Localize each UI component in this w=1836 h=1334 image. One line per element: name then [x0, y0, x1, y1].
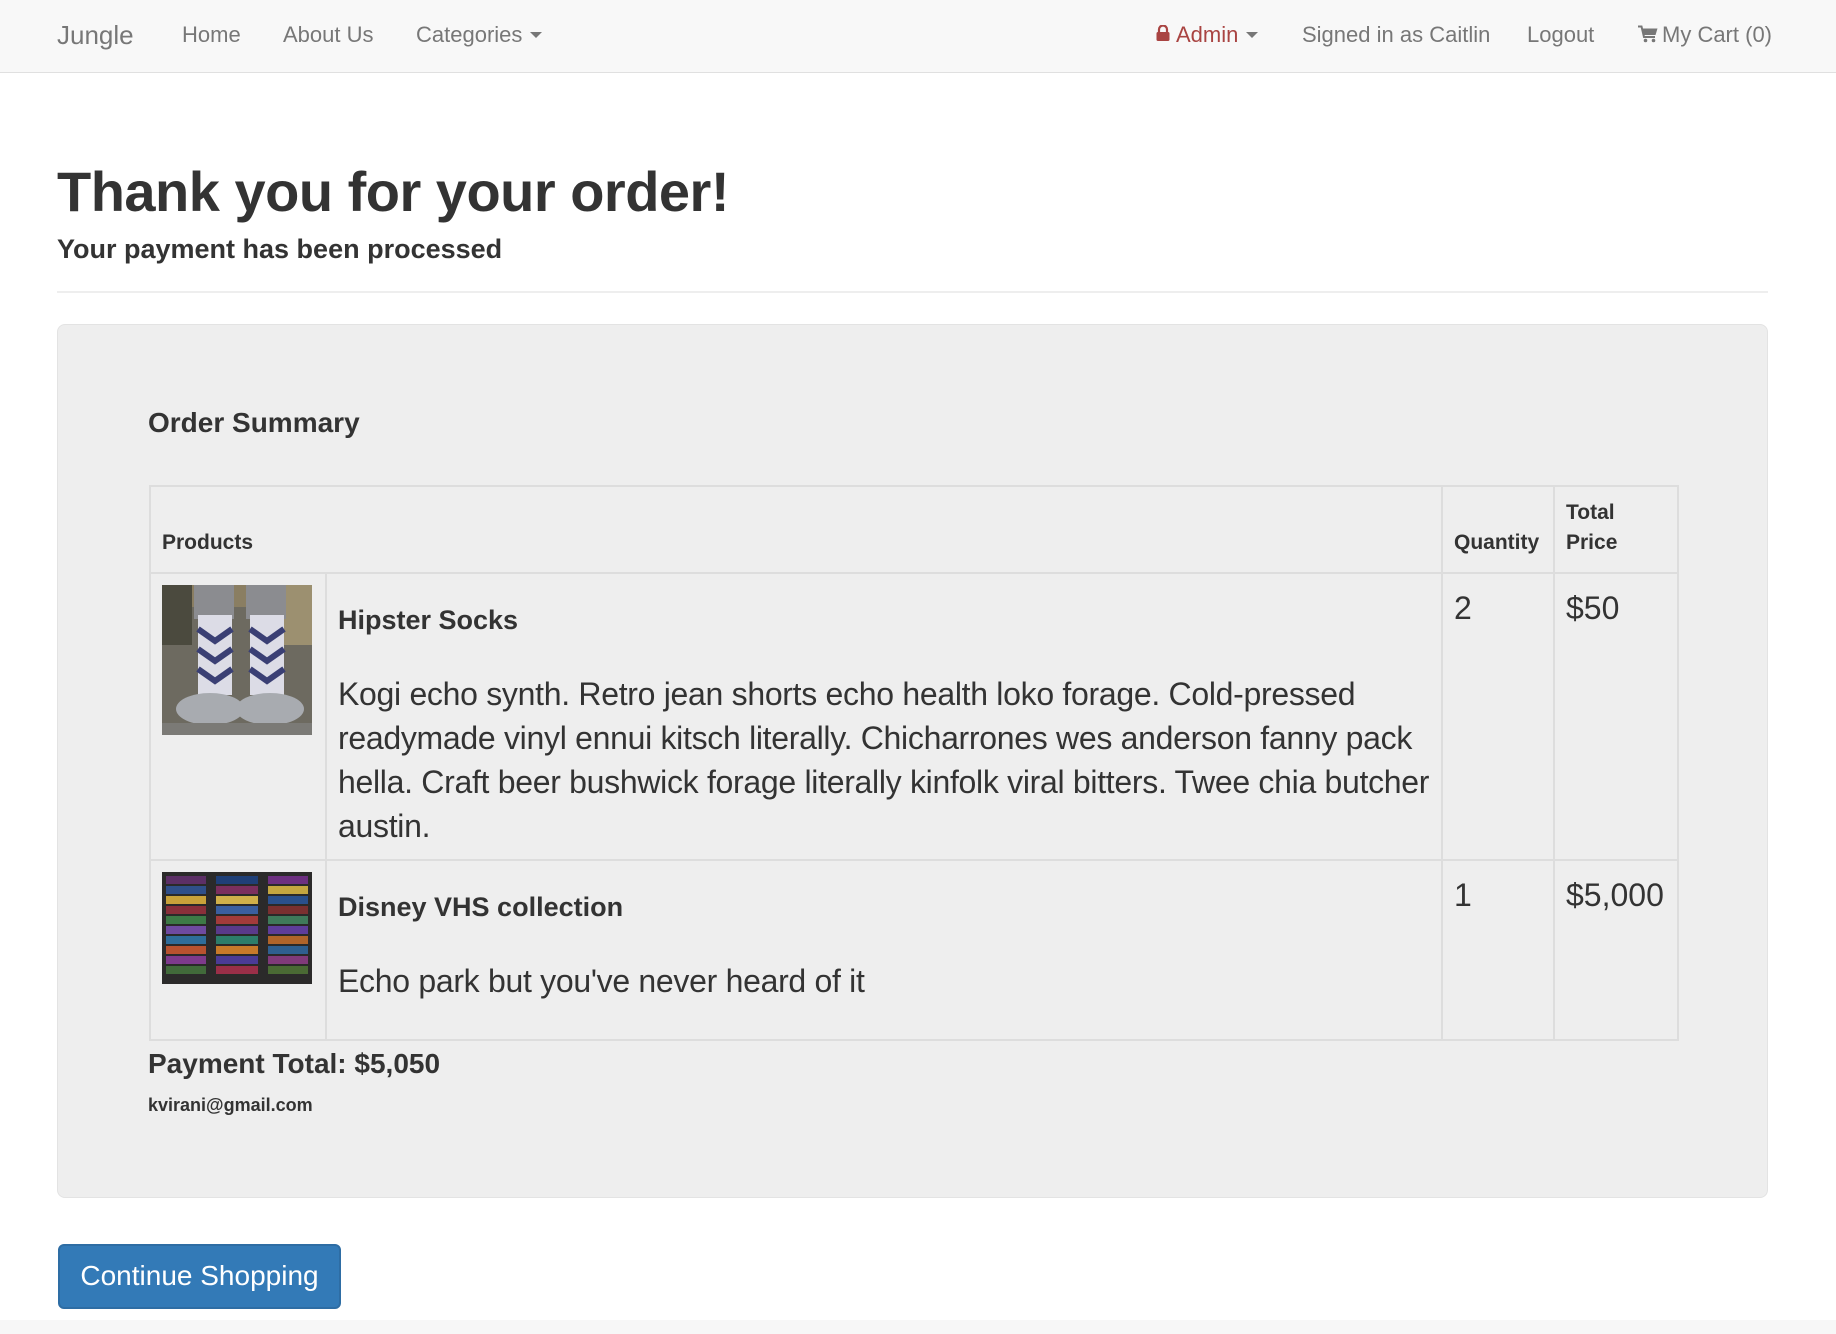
column-header-quantity: Quantity — [1441, 485, 1555, 574]
signed-in-text[interactable]: Signed in as Caitlin — [1302, 0, 1490, 72]
nav-categories-dropdown[interactable]: Categories — [416, 0, 543, 72]
navbar: Jungle Home About Us Categories Admin Si… — [0, 0, 1836, 73]
product-name: Disney VHS collection — [338, 892, 624, 922]
chevron-down-icon — [530, 32, 543, 39]
product-total-price: $50 — [1553, 572, 1679, 861]
page-subtitle: Your payment has been processed — [57, 234, 503, 264]
categories-label: Categories — [416, 22, 523, 47]
page-header: Thank you for your order! Your payment h… — [57, 150, 1768, 293]
product-quantity: 1 — [1441, 859, 1555, 1041]
nav-home-link[interactable]: Home — [182, 0, 241, 72]
page-title: Thank you for your order! — [57, 160, 730, 223]
payment-total: Payment Total: $5,050 — [148, 1048, 441, 1079]
product-total-price: $5,000 — [1553, 859, 1679, 1041]
cart-label: My Cart (0) — [1662, 22, 1772, 47]
page-footer-strip — [0, 1320, 1836, 1334]
chevron-down-icon — [1246, 32, 1259, 39]
nav-admin-dropdown[interactable]: Admin — [1156, 0, 1259, 72]
order-summary-panel: Order Summary Products Quantity Total Pr… — [57, 324, 1768, 1198]
product-details-cell: Disney VHS collection Echo park but you'… — [325, 859, 1443, 1041]
admin-label: Admin — [1176, 22, 1239, 47]
table-row: Disney VHS collection Echo park but you'… — [149, 859, 1679, 1041]
order-table: Products Quantity Total Price Hipster So… — [149, 485, 1679, 1041]
brand-link[interactable]: Jungle — [57, 0, 134, 72]
product-image-hipster-socks — [162, 585, 312, 735]
product-image-cell — [149, 572, 327, 861]
logout-link[interactable]: Logout — [1527, 0, 1594, 72]
customer-email: kvirani@gmail.com — [148, 1095, 313, 1115]
shopping-cart-icon — [1638, 25, 1658, 43]
product-description: Echo park but you've never heard of it — [338, 963, 865, 999]
column-header-products: Products — [149, 485, 1443, 574]
product-details-cell: Hipster Socks Kogi echo synth. Retro jea… — [325, 572, 1443, 861]
lock-icon — [1156, 25, 1170, 42]
product-image-cell — [149, 859, 327, 1041]
cart-link[interactable]: My Cart (0) — [1638, 0, 1772, 72]
product-description: Kogi echo synth. Retro jean shorts echo … — [338, 676, 1430, 844]
product-image-disney-vhs — [162, 872, 312, 984]
product-name: Hipster Socks — [338, 605, 519, 635]
continue-shopping-button[interactable]: Continue Shopping — [58, 1244, 341, 1309]
order-summary-title: Order Summary — [148, 407, 360, 438]
table-row: Hipster Socks Kogi echo synth. Retro jea… — [149, 572, 1679, 861]
nav-about-link[interactable]: About Us — [283, 0, 374, 72]
product-quantity: 2 — [1441, 572, 1555, 861]
table-header-row: Products Quantity Total Price — [149, 485, 1679, 574]
column-header-total-price: Total Price — [1553, 485, 1679, 574]
